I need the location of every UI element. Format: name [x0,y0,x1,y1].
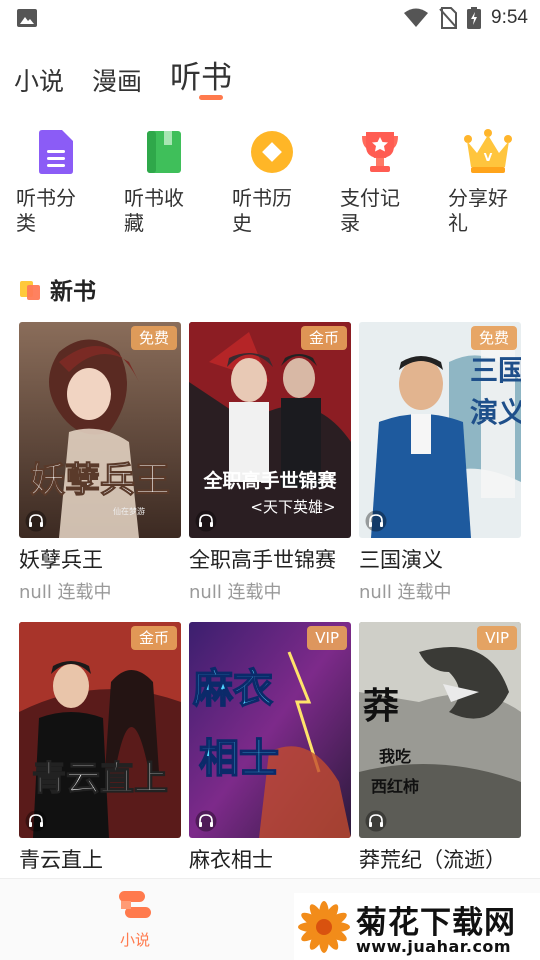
watermark-url: www.juahar.com [356,937,512,956]
clock: 9:54 [491,7,528,28]
site-watermark: 菊花下载网 www.juahar.com [294,893,540,960]
book-status: null 连载中 [19,582,112,603]
quick-nav: 听书分类 听书收藏 听书历史 支付记录 V 分享好礼 [0,120,540,240]
book-title: 莽荒纪（流逝） [359,848,506,872]
svg-text:西红柿: 西红柿 [371,777,419,796]
headphone-icon [365,810,387,832]
quick-nav-label: 听书历史 [232,186,292,235]
svg-text:三国: 三国 [470,354,521,387]
price-badge: VIP [307,626,347,650]
book-title: 三国演义 [359,548,443,572]
book-icon [138,126,190,178]
svg-text:青云直上: 青云直上 [32,759,168,799]
svg-text:莽: 莽 [363,686,399,727]
top-tabs: 小说 漫画 听书 [14,52,260,100]
tab-comic[interactable]: 漫画 [92,69,142,100]
svg-text:麻衣: 麻衣 [193,666,273,712]
battery-charging-icon [467,7,482,29]
trophy-icon [354,126,406,178]
section-marker-icon [20,277,44,301]
svg-text:V: V [484,151,493,164]
document-icon [30,126,82,178]
section-header-new-books: 新书 [20,272,96,306]
book-cover: 妖孽兵王 仙在梦游 免费 [19,322,181,538]
price-badge: VIP [477,626,517,650]
book-cover: 青云直上 金币 [19,622,181,838]
svg-text:我吃: 我吃 [379,747,411,766]
book-status: null 连载中 [359,582,452,603]
active-tab-indicator [199,95,223,100]
quick-nav-label: 支付记录 [340,186,400,235]
book-title: 全职高手世锦赛 [189,548,336,572]
status-bar: 9:54 [0,0,540,36]
bottom-nav-novel[interactable]: 小说 [92,887,178,950]
book-title: 青云直上 [19,848,103,872]
book-status: null 连载中 [189,582,282,603]
book-cover: 莽 我吃 西红柿 VIP [359,622,521,838]
svg-text:演义: 演义 [470,396,521,429]
svg-text:全职高手世锦赛: 全职高手世锦赛 [202,469,337,492]
section-title: 新书 [50,279,96,305]
wifi-icon [404,8,429,27]
tab-novel[interactable]: 小说 [14,69,64,100]
book-cover: 全职高手世锦赛 <天下英雄> 金币 [189,322,351,538]
price-badge: 免费 [470,326,517,350]
svg-text:<天下英雄>: <天下英雄> [250,498,335,516]
price-badge: 金币 [130,626,177,650]
quick-nav-label: 分享好礼 [448,186,508,235]
quick-nav-label: 听书分类 [16,186,76,235]
novel-tab-icon [119,891,151,918]
headphone-icon [195,810,217,832]
quick-nav-label: 听书收藏 [124,186,184,235]
no-sim-icon [439,7,458,29]
price-badge: 金币 [300,326,347,350]
book-cover: 麻衣 相士 VIP [189,622,351,838]
svg-text:相士: 相士 [199,736,279,782]
svg-text:仙在梦游: 仙在梦游 [113,506,145,516]
flower-logo-icon [298,901,350,953]
book-cover: 三国 演义 免费 [359,322,521,538]
gallery-notification-icon [17,9,37,27]
crown-icon: V [462,126,514,178]
headphone-icon [195,510,217,532]
headphone-icon [25,510,47,532]
headphone-icon [365,510,387,532]
price-badge: 免费 [130,326,177,350]
svg-text:妖孽兵王: 妖孽兵王 [30,461,170,501]
headphone-icon [25,810,47,832]
clock-circle-icon [246,126,298,178]
book-title: 妖孽兵王 [19,548,103,572]
bottom-nav-label: 小说 [119,931,150,949]
watermark-title: 菊花下载网 [356,905,516,941]
book-title: 麻衣相士 [189,848,273,872]
